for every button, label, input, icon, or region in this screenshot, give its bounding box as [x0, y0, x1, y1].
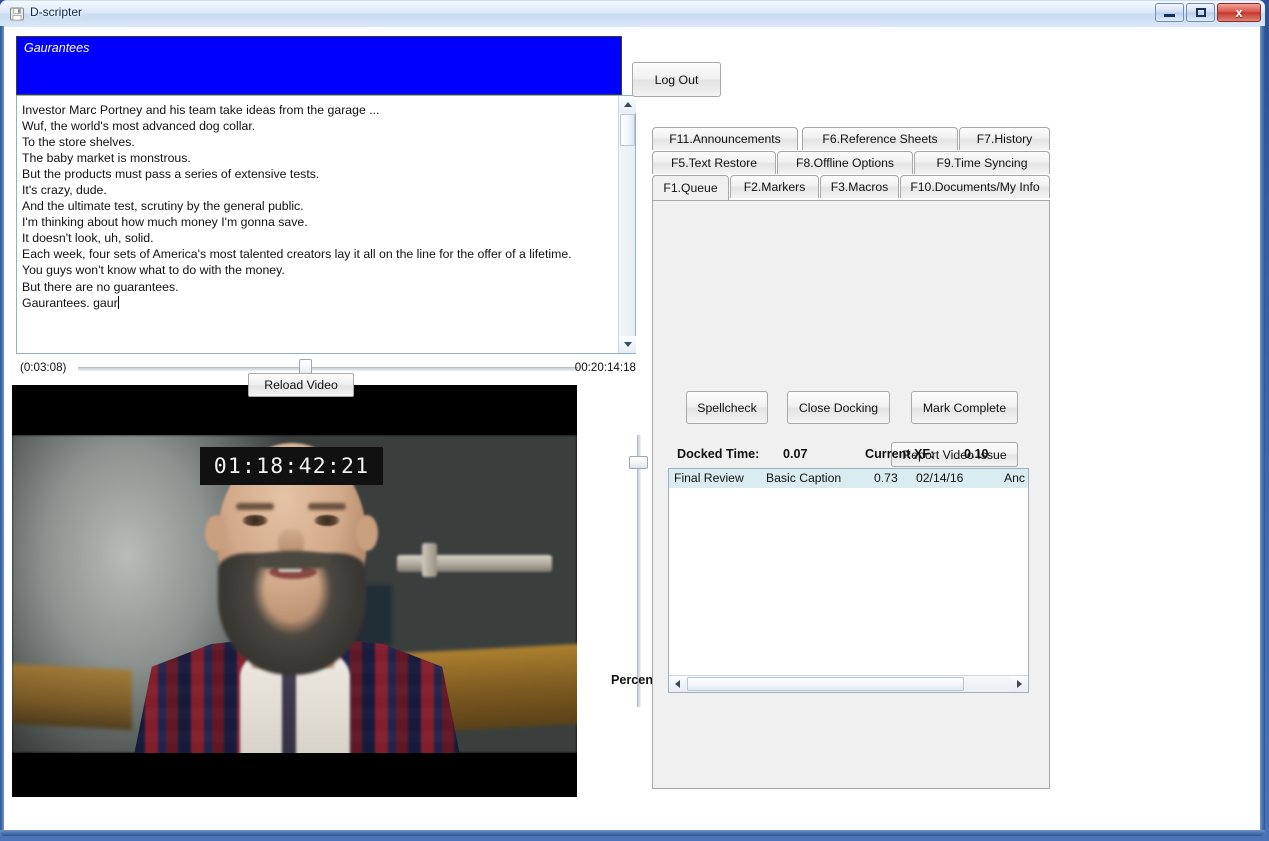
- floppy-disk-icon: [9, 6, 25, 22]
- horizontal-scrollbar-thumb[interactable]: [687, 677, 964, 691]
- minimize-button[interactable]: [1155, 3, 1184, 22]
- window-title: D-scripter: [30, 5, 82, 19]
- person-brow-left: [236, 503, 274, 510]
- tab-f3-macros[interactable]: F3.Macros: [820, 175, 899, 198]
- video-timecode-text: 01:18:42:21: [214, 454, 370, 479]
- down-arrow-icon: [624, 342, 632, 347]
- queue-tab-content: Spellcheck Close Docking Mark Complete R…: [652, 200, 1050, 789]
- application-window: D-scripter x Gaurantees Investor Marc Po…: [0, 0, 1265, 836]
- person-brow-right: [308, 503, 346, 510]
- tab-row-1: F11.Announcements F6.Reference Sheets F7…: [649, 127, 1053, 151]
- close-icon: x: [1235, 6, 1242, 19]
- tab-f5-text-restore[interactable]: F5.Text Restore: [652, 151, 776, 174]
- window-border-right: [1260, 26, 1265, 831]
- transcript-vertical-scrollbar[interactable]: [618, 96, 635, 353]
- current-xf-label: Current XF:: [865, 447, 934, 461]
- scroll-right-button[interactable]: [1011, 676, 1028, 692]
- tab-f9-time-syncing[interactable]: F9.Time Syncing: [914, 151, 1050, 174]
- tab-f7-history[interactable]: F7.History: [959, 127, 1050, 150]
- maximize-icon: [1196, 8, 1206, 17]
- tab-f8-offline-options[interactable]: F8.Offline Options: [777, 151, 913, 174]
- queue-cell-extra: Anc: [1004, 471, 1025, 485]
- queue-list[interactable]: Final Review Basic Caption 0.73 02/14/16…: [668, 468, 1029, 693]
- video-timecode-overlay: 01:18:42:21: [200, 447, 383, 485]
- queue-cell-date: 02/14/16: [916, 471, 963, 485]
- docked-time-label: Docked Time:: [677, 447, 759, 461]
- percentage-played-slider[interactable]: [629, 435, 647, 707]
- transcript-editor[interactable]: Investor Marc Portney and his team take …: [16, 95, 636, 354]
- reload-video-button[interactable]: Reload Video: [248, 373, 354, 397]
- close-button[interactable]: x: [1217, 3, 1261, 22]
- left-arrow-icon: [675, 680, 680, 688]
- script-title-field[interactable]: Gaurantees: [16, 36, 622, 95]
- minimize-icon: [1164, 14, 1175, 17]
- current-time-label: (0:03:08): [20, 361, 66, 374]
- close-docking-button[interactable]: Close Docking: [787, 391, 890, 424]
- script-title-text: Gaurantees: [24, 41, 89, 55]
- video-subject-person: [132, 443, 462, 753]
- person-ear-right: [356, 515, 378, 551]
- text-caret: [118, 296, 119, 309]
- mark-complete-button[interactable]: Mark Complete: [911, 391, 1018, 424]
- window-border-bottom: [0, 830, 1265, 836]
- status-row: Docked Time: 0.07 Current XF: 0.10: [673, 447, 1033, 467]
- scroll-left-button[interactable]: [669, 676, 686, 692]
- person-mustache: [256, 551, 330, 569]
- person-eye-right: [314, 515, 340, 526]
- tab-f2-markers[interactable]: F2.Markers: [730, 175, 819, 198]
- up-arrow-icon: [624, 102, 632, 107]
- seek-track[interactable]: [78, 367, 578, 371]
- percentage-played-slider-track[interactable]: [637, 435, 641, 707]
- table-row[interactable]: Final Review Basic Caption 0.73 02/14/16…: [669, 469, 1028, 488]
- queue-cell-stage: Final Review: [674, 471, 744, 485]
- scroll-down-button[interactable]: [619, 336, 636, 353]
- queue-horizontal-scrollbar[interactable]: [669, 675, 1028, 692]
- docked-time-value: 0.07: [783, 447, 808, 461]
- transcript-text: Investor Marc Portney and his team take …: [22, 102, 613, 311]
- right-tab-panel: F11.Announcements F6.Reference Sheets F7…: [649, 127, 1053, 791]
- total-time-label: 00:20:14:18: [575, 361, 636, 374]
- tab-f11-announcements[interactable]: F11.Announcements: [652, 127, 798, 150]
- maximize-button[interactable]: [1186, 3, 1215, 22]
- queue-cell-rate: 0.73: [874, 471, 898, 485]
- person-ear-left: [205, 515, 227, 551]
- video-player[interactable]: 01:18:42:21: [12, 385, 577, 797]
- right-arrow-icon: [1017, 680, 1022, 688]
- tab-row-3: F1.Queue F2.Markers F3.Macros F10.Docume…: [649, 175, 1053, 201]
- spellcheck-button[interactable]: Spellcheck: [686, 391, 768, 424]
- queue-cell-type: Basic Caption: [766, 471, 841, 485]
- scrollbar-thumb[interactable]: [620, 114, 635, 146]
- tab-row-2: F5.Text Restore F8.Offline Options F9.Ti…: [649, 151, 1053, 175]
- scroll-up-button[interactable]: [619, 96, 636, 113]
- person-eye-left: [242, 515, 268, 526]
- title-bar[interactable]: D-scripter x: [0, 0, 1265, 26]
- tab-f10-documents-my-info[interactable]: F10.Documents/My Info: [900, 175, 1050, 198]
- window-client-area: Gaurantees Investor Marc Portney and his…: [4, 27, 1260, 830]
- video-scene-bench-left: [12, 664, 132, 730]
- tab-f6-reference-sheets[interactable]: F6.Reference Sheets: [802, 127, 958, 150]
- percentage-played-slider-thumb[interactable]: [629, 456, 648, 469]
- current-xf-value: 0.10: [964, 447, 989, 461]
- logout-button[interactable]: Log Out: [632, 62, 721, 97]
- tab-f1-queue[interactable]: F1.Queue: [652, 175, 729, 201]
